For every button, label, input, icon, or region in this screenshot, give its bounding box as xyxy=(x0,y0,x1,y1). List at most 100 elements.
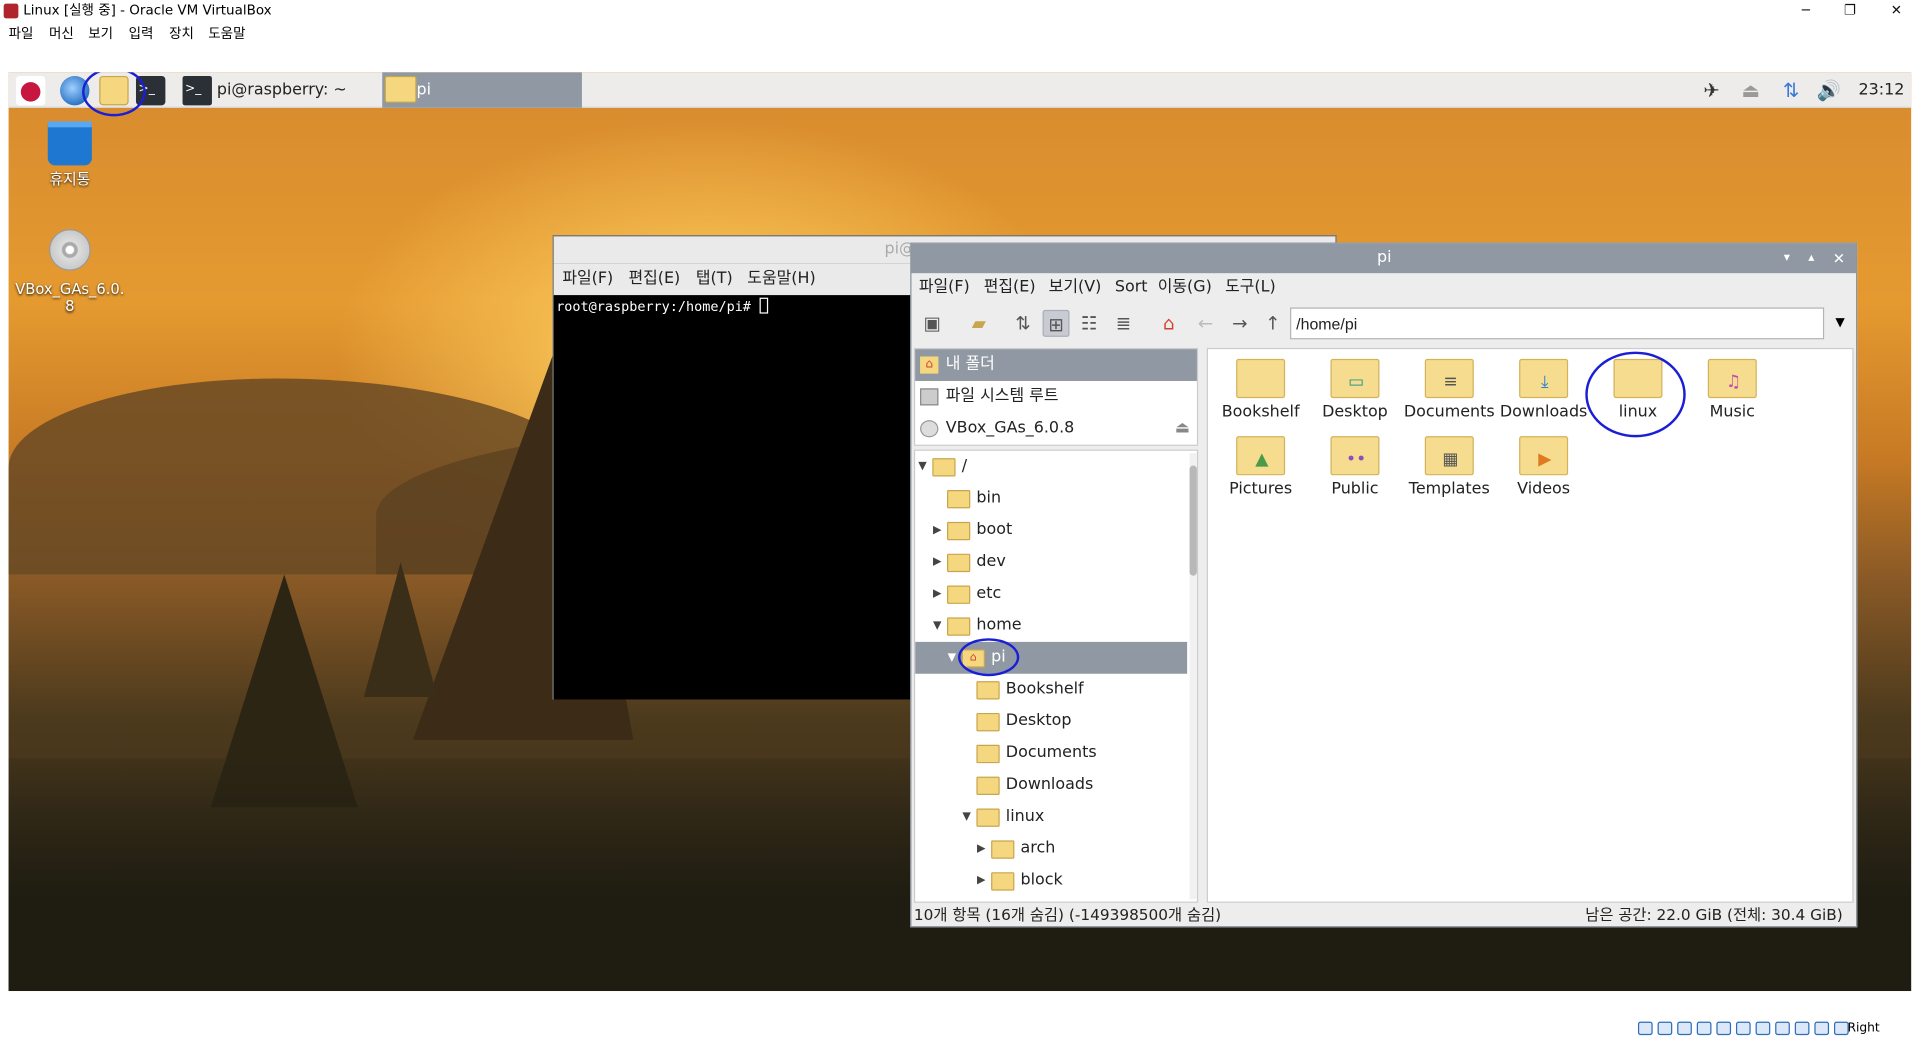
annotation-circle xyxy=(958,638,1020,677)
tree-scrollbar-thumb[interactable] xyxy=(1189,465,1197,576)
taskbar-terminal-button[interactable]: >_ pi@raspberry: ~ xyxy=(180,75,376,106)
file-manager-toolbar: ▣ ▰ ⇅ ⊞ ☷ ≣ ⌂ ← → ↑ ▼ xyxy=(911,303,1856,345)
chevron-down-icon[interactable]: ▼ xyxy=(959,801,974,833)
file-manager-window[interactable]: pi ▾ ▴ ✕ 파일(F) 편집(E) 보기(V) Sort 이동(G) 도구… xyxy=(910,242,1858,928)
thumbnail-view-icon[interactable]: ☷ xyxy=(1076,310,1103,337)
icon-view-icon[interactable]: ⊞ xyxy=(1042,309,1070,337)
folder-icon xyxy=(947,617,971,636)
host-menu-machine[interactable]: 머신 xyxy=(49,22,74,45)
fm-menu-sort[interactable]: Sort xyxy=(1115,273,1148,302)
fm-menu-file[interactable]: 파일(F) xyxy=(919,273,970,302)
fm-menu-edit[interactable]: 편집(E) xyxy=(984,273,1036,302)
chevron-right-icon[interactable]: ▶ xyxy=(974,833,989,865)
terminal-icon: >_ xyxy=(182,75,212,106)
desktop-trash-label[interactable]: 휴지통 xyxy=(9,170,132,187)
new-folder-icon[interactable]: ▰ xyxy=(965,310,992,337)
host-title-bar: Linux [실행 중] - Oracle VM VirtualBox ─ ❐ … xyxy=(0,0,1921,23)
host-close-button[interactable]: ✕ xyxy=(1874,0,1918,22)
bluetooth-icon[interactable]: ✈ xyxy=(1694,78,1728,103)
mouse-integration-status-icon[interactable] xyxy=(1814,1021,1830,1036)
usb-status-icon[interactable] xyxy=(1716,1021,1732,1036)
cdrom-icon[interactable] xyxy=(49,229,91,271)
file-item-templates[interactable]: ▦ Templates xyxy=(1402,431,1498,507)
volume-icon[interactable]: 🔊 xyxy=(1814,78,1843,103)
terminal-menu-edit[interactable]: 편집(E) xyxy=(628,263,680,295)
fm-menu-view[interactable]: 보기(V) xyxy=(1049,273,1102,302)
guest-panel: >_ >_ pi@raspberry: ~ pi ✈ ⏏ ⇅ 🔊 23:12 xyxy=(8,72,1912,117)
folder-glyph: ▦ xyxy=(1442,449,1459,470)
eject-icon[interactable]: ⏏ xyxy=(1175,413,1190,445)
sort-icon[interactable]: ⇅ xyxy=(1009,310,1036,337)
file-item-documents[interactable]: ≡ Documents xyxy=(1402,354,1498,430)
audio-status-icon[interactable] xyxy=(1677,1021,1692,1036)
folder-icon xyxy=(947,521,971,541)
place-home[interactable]: ⌂ 내 폴더 xyxy=(915,349,1197,381)
file-item-public[interactable]: •• Public xyxy=(1307,431,1403,507)
chevron-right-icon[interactable]: ▶ xyxy=(930,515,945,547)
taskbar-filemanager-button[interactable]: pi xyxy=(382,72,582,108)
desktop-vbox-label[interactable]: VBox_GAs_6.0.8 xyxy=(15,281,125,315)
optical-status-icon[interactable] xyxy=(1657,1021,1673,1036)
place-root-label: 파일 시스템 루트 xyxy=(945,387,1059,406)
host-menu-file[interactable]: 파일 xyxy=(9,22,34,45)
place-home-label: 내 폴더 xyxy=(945,355,995,374)
host-key-label: Right Control xyxy=(1847,1021,1880,1036)
terminal-menu-tabs[interactable]: 탭(T) xyxy=(696,263,733,295)
up-icon[interactable]: ↑ xyxy=(1259,310,1286,337)
back-icon[interactable]: ← xyxy=(1192,310,1219,337)
chevron-down-icon[interactable]: ▼ xyxy=(915,451,930,483)
new-window-icon[interactable]: ▣ xyxy=(919,310,946,337)
host-minimize-button[interactable]: ─ xyxy=(1784,0,1828,22)
chevron-down-icon[interactable]: ▼ xyxy=(930,610,945,642)
place-vbox-label: VBox_GAs_6.0.8 xyxy=(945,418,1075,438)
chevron-right-icon[interactable]: ▶ xyxy=(930,546,945,578)
forward-icon[interactable]: → xyxy=(1226,310,1253,337)
fm-menu-go[interactable]: 이동(G) xyxy=(1158,273,1212,302)
file-item-downloads[interactable]: ⤓ Downloads xyxy=(1496,354,1592,430)
file-item-music[interactable]: ♫ Music xyxy=(1685,354,1781,430)
place-vbox-cd[interactable]: VBox_GAs_6.0.8 ⏏ xyxy=(915,413,1197,445)
host-maximize-button[interactable]: ❐ xyxy=(1828,0,1872,22)
virtualization-status-icon[interactable] xyxy=(1794,1021,1810,1036)
display-status-icon[interactable] xyxy=(1755,1021,1771,1036)
close-icon[interactable]: ✕ xyxy=(1833,244,1845,273)
recording-status-icon[interactable] xyxy=(1775,1021,1790,1036)
downloads-folder-icon xyxy=(976,776,1000,796)
chevron-down-icon[interactable]: ▼ xyxy=(1828,307,1853,339)
file-item-videos[interactable]: ▶ Videos xyxy=(1496,431,1592,507)
folder-icon xyxy=(976,681,1000,700)
list-view-icon[interactable]: ≣ xyxy=(1110,310,1137,337)
file-item-bookshelf[interactable]: Bookshelf xyxy=(1213,354,1309,430)
path-input[interactable] xyxy=(1290,307,1825,340)
fm-menu-tools[interactable]: 도구(L) xyxy=(1225,273,1276,302)
minimize-icon[interactable]: ▾ xyxy=(1784,244,1790,273)
shared-folder-status-icon[interactable] xyxy=(1735,1021,1751,1036)
folder-glyph: •• xyxy=(1346,449,1367,470)
trash-icon[interactable] xyxy=(47,121,92,166)
home-icon[interactable]: ⌂ xyxy=(1155,310,1182,337)
raspberry-menu-icon[interactable] xyxy=(15,75,46,106)
host-menu-input[interactable]: 입력 xyxy=(129,22,154,45)
host-menu-devices[interactable]: 장치 xyxy=(169,22,194,45)
host-menu-view[interactable]: 보기 xyxy=(88,22,113,45)
network-icon[interactable]: ⇅ xyxy=(1778,78,1805,103)
network-status-icon[interactable] xyxy=(1696,1021,1712,1036)
chevron-right-icon[interactable]: ▶ xyxy=(930,578,945,610)
panel-clock[interactable]: 23:12 xyxy=(1858,72,1904,108)
file-item-pictures[interactable]: ▲ Pictures xyxy=(1213,431,1309,507)
place-filesystem-root[interactable]: 파일 시스템 루트 xyxy=(915,381,1197,413)
eject-icon[interactable]: ⏏ xyxy=(1738,78,1763,103)
tree-node-label: Documents xyxy=(1005,743,1097,762)
host-menu-help[interactable]: 도움말 xyxy=(208,22,245,45)
tree-node-label: dev xyxy=(976,552,1006,571)
terminal-menu-file[interactable]: 파일(F) xyxy=(562,263,613,295)
chevron-right-icon[interactable]: ▶ xyxy=(974,865,989,897)
guest-desktop[interactable]: >_ >_ pi@raspberry: ~ pi ✈ ⏏ ⇅ 🔊 23:12 휴… xyxy=(8,72,1912,992)
file-item-desktop[interactable]: ▭ Desktop xyxy=(1307,354,1403,430)
terminal-menu-help[interactable]: 도움말(H) xyxy=(747,263,815,295)
folder-icon-view[interactable]: Bookshelf ▭ Desktop ≡ Documents ⤓ Downloads… xyxy=(1206,347,1854,903)
hdd-status-icon[interactable] xyxy=(1637,1021,1653,1036)
maximize-icon[interactable]: ▴ xyxy=(1808,244,1814,273)
file-manager-title-bar[interactable]: pi ▾ ▴ ✕ xyxy=(911,243,1857,274)
host-menu-bar: 파일 머신 보기 입력 장치 도움말 xyxy=(0,22,1921,46)
